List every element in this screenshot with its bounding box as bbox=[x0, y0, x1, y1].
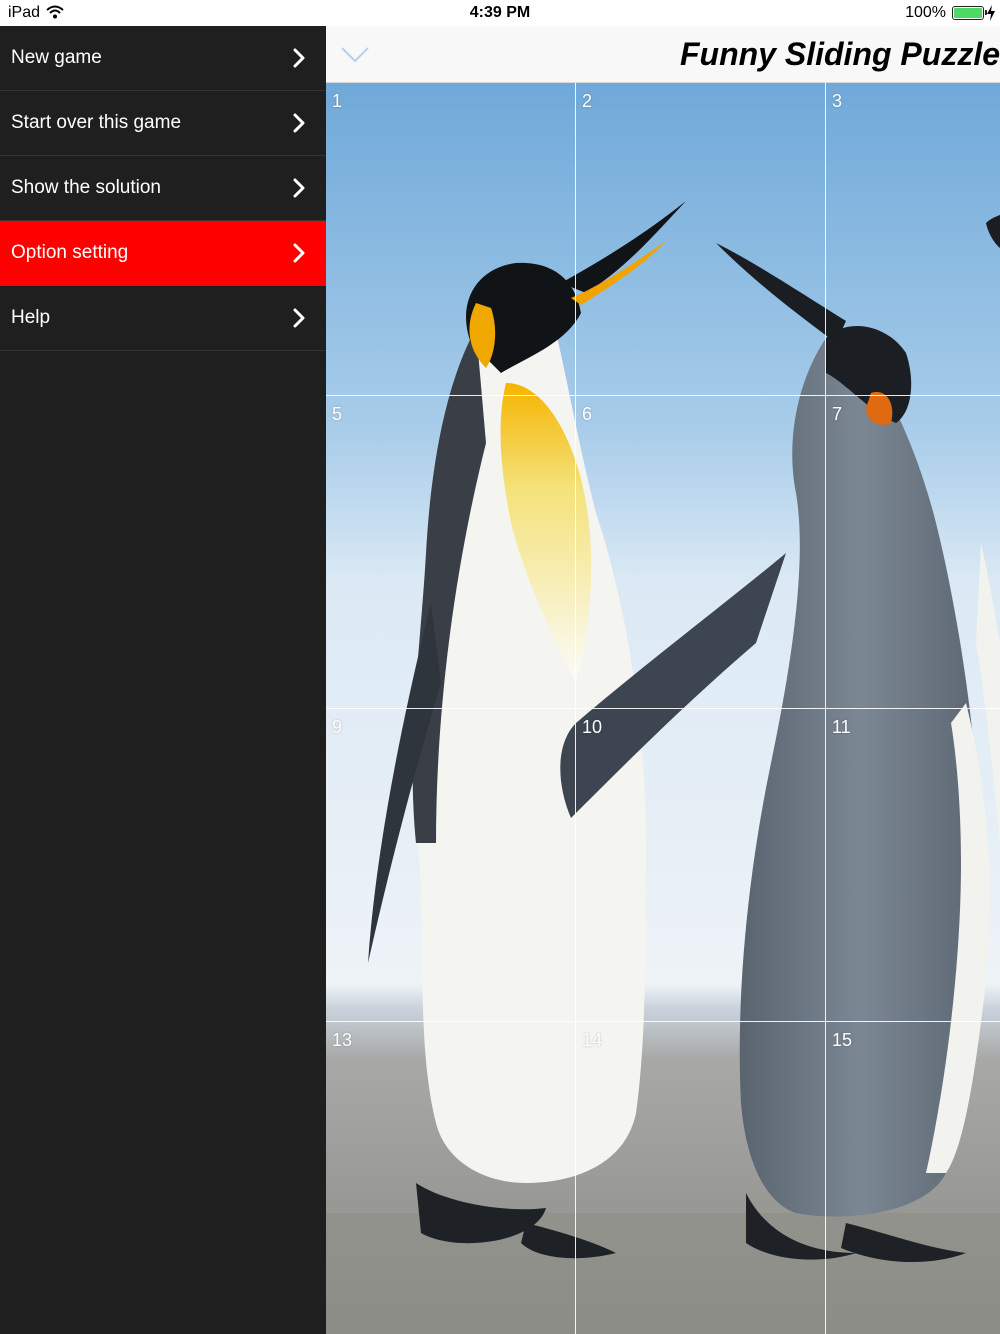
puzzle-tile[interactable]: 1 bbox=[326, 83, 576, 396]
charging-icon bbox=[987, 5, 995, 21]
puzzle-tile[interactable]: 9 bbox=[326, 709, 576, 1022]
chevron-right-icon bbox=[293, 243, 305, 263]
battery-icon bbox=[952, 6, 987, 20]
puzzle-tile[interactable]: 11 bbox=[826, 709, 1000, 1022]
navigation-bar: Funny Sliding Puzzle bbox=[326, 26, 1000, 83]
tile-number: 6 bbox=[582, 404, 593, 424]
menu-item-label: Show the solution bbox=[11, 177, 161, 198]
status-bar: iPad 4:39 PM 100% bbox=[0, 0, 1000, 26]
menu-item-label: Help bbox=[11, 307, 51, 328]
chevron-right-icon bbox=[293, 178, 305, 198]
tile-number: 2 bbox=[582, 91, 593, 111]
menu-item-label: New game bbox=[11, 47, 102, 68]
clock: 4:39 PM bbox=[469, 4, 531, 21]
tile-number: 3 bbox=[832, 91, 843, 111]
puzzle-tile[interactable]: 15 bbox=[826, 1022, 1000, 1334]
chevron-right-icon bbox=[293, 48, 305, 68]
menu-item-new-game[interactable]: New game bbox=[0, 26, 326, 91]
tile-number: 5 bbox=[332, 404, 343, 424]
puzzle-tile[interactable]: 14 bbox=[576, 1022, 826, 1334]
main-panel: Funny Sliding Puzzle 1 2 3 5 6 7 9 10 11… bbox=[326, 26, 1000, 1334]
menu-item-option-setting[interactable]: Option setting bbox=[0, 221, 326, 286]
chevron-right-icon bbox=[293, 308, 305, 328]
tile-number: 11 bbox=[832, 717, 851, 737]
tile-number: 9 bbox=[332, 717, 343, 737]
tile-number: 14 bbox=[582, 1030, 603, 1050]
tile-number: 7 bbox=[832, 404, 843, 424]
tile-number: 10 bbox=[582, 717, 603, 737]
tile-number: 13 bbox=[332, 1030, 353, 1050]
puzzle-tile[interactable]: 13 bbox=[326, 1022, 576, 1334]
menu-item-help[interactable]: Help bbox=[0, 286, 326, 351]
battery-percentage: 100% bbox=[905, 4, 946, 21]
chevron-down-icon[interactable] bbox=[340, 44, 370, 66]
tile-number: 15 bbox=[832, 1030, 853, 1050]
puzzle-board: 1 2 3 5 6 7 9 10 11 13 14 15 bbox=[326, 83, 1000, 1334]
side-menu: New game Start over this game Show the s… bbox=[0, 26, 326, 1334]
chevron-right-icon bbox=[293, 113, 305, 133]
menu-item-label: Start over this game bbox=[11, 112, 182, 133]
puzzle-tile[interactable]: 3 bbox=[826, 83, 1000, 396]
menu-item-label: Option setting bbox=[11, 242, 129, 263]
puzzle-tile[interactable]: 5 bbox=[326, 396, 576, 709]
puzzle-tile[interactable]: 7 bbox=[826, 396, 1000, 709]
tile-number: 1 bbox=[332, 91, 343, 111]
puzzle-tile[interactable]: 10 bbox=[576, 709, 826, 1022]
puzzle-tile[interactable]: 6 bbox=[576, 396, 826, 709]
page-title: Funny Sliding Puzzle bbox=[680, 36, 1000, 72]
menu-item-start-over[interactable]: Start over this game bbox=[0, 91, 326, 156]
puzzle-tile[interactable]: 2 bbox=[576, 83, 826, 396]
menu-item-show-solution[interactable]: Show the solution bbox=[0, 156, 326, 221]
